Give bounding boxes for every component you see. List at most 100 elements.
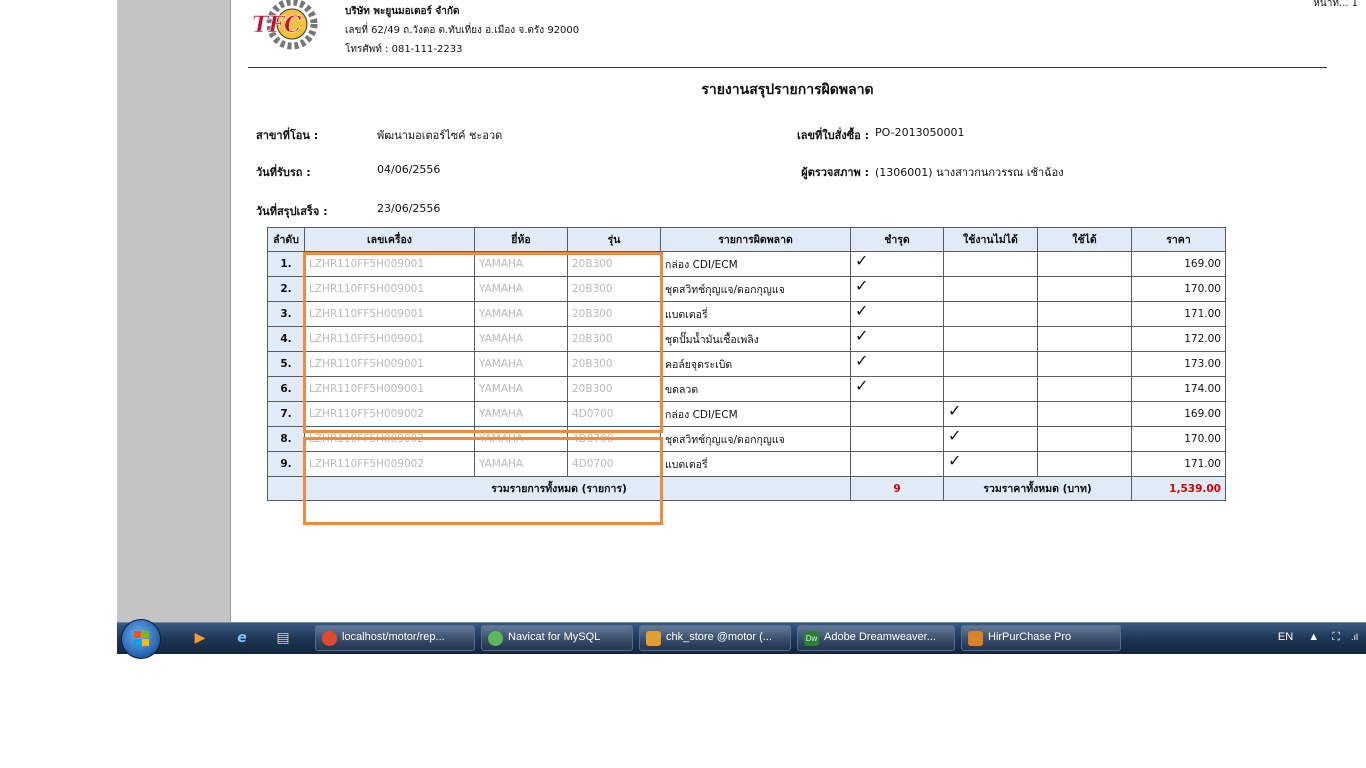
damaged-mark: ✓: [850, 251, 944, 277]
usable-mark: [1037, 301, 1132, 327]
branch-value: พัฒนามอเตอร์ไซค์ ชะอวด: [377, 129, 503, 142]
usable-mark: [1037, 451, 1132, 477]
logo-text: TFC: [252, 12, 302, 38]
col-header-brand: ยี่ห้อ: [474, 227, 568, 252]
company-phone: โทรศัพท์ : 081-111-2233: [345, 44, 463, 55]
usable-mark: [1037, 276, 1132, 302]
media-player-icon[interactable]: ▶: [191, 629, 209, 647]
total-items-value: 9: [850, 476, 944, 501]
browser-icon: [322, 631, 337, 646]
screen: TFC บริษัท พะยูนมอเตอร์ จำกัด เลขที่ 62/…: [0, 0, 1366, 653]
price: 172.00: [1131, 326, 1226, 352]
damaged-mark: ✓: [850, 351, 944, 377]
branch-label: สาขาที่โอน :: [256, 129, 319, 142]
error-item: แบตเตอรี่: [660, 301, 851, 327]
row-number: 6.: [267, 376, 305, 402]
row-number: 1.: [267, 251, 305, 277]
unusable-mark: [943, 351, 1038, 377]
row-number: 3.: [267, 301, 305, 327]
viewer-gutter: [117, 0, 231, 622]
highlight-box-group-1: [303, 252, 663, 433]
damaged-mark: [850, 426, 944, 452]
price: 171.00: [1131, 301, 1226, 327]
price: 169.00: [1131, 251, 1226, 277]
table-header-row: ลำดับ เลขเครื่อง ยี่ห้อ รุ่น รายการผิดพล…: [267, 227, 1226, 252]
row-number: 4.: [267, 326, 305, 352]
taskbar-item-hirpurchase[interactable]: HirPurChase Pro: [961, 625, 1121, 651]
system-tray: EN ▲ ⛶ .ıl: [1278, 631, 1358, 644]
taskbar-item-navicat[interactable]: Navicat for MySQL: [481, 625, 633, 651]
table-window-icon: [646, 631, 661, 646]
col-header-unusable: ใช้งานไม่ได้: [943, 227, 1038, 252]
navicat-icon: [488, 631, 503, 646]
hirpurchase-icon: [968, 631, 983, 646]
language-indicator[interactable]: EN: [1278, 631, 1293, 643]
damaged-mark: [850, 401, 944, 427]
row-number: 5.: [267, 351, 305, 377]
unusable-mark: ✓: [943, 451, 1038, 477]
dreamweaver-icon: Dw: [804, 631, 819, 646]
price: 170.00: [1131, 276, 1226, 302]
taskbar-item-chk-store[interactable]: chk_store @motor (...: [639, 625, 791, 651]
unusable-mark: [943, 276, 1038, 302]
usable-mark: [1037, 426, 1132, 452]
taskbar-item-dreamweaver[interactable]: Dw Adobe Dreamweaver...: [797, 625, 955, 651]
error-item: กล่อง CDI/ECM: [660, 251, 851, 277]
damaged-mark: [850, 451, 944, 477]
usable-mark: [1037, 251, 1132, 277]
price: 169.00: [1131, 401, 1226, 427]
unusable-mark: [943, 376, 1038, 402]
company-name: บริษัท พะยูนมอเตอร์ จำกัด: [345, 6, 460, 17]
unusable-mark: [943, 326, 1038, 352]
price: 170.00: [1131, 426, 1226, 452]
summary-date-label: วันที่สรุปเสร็จ :: [256, 205, 328, 218]
col-header-model: รุ่น: [567, 227, 661, 252]
row-number: 2.: [267, 276, 305, 302]
summary-date-value: 23/06/2556: [377, 202, 441, 215]
company-address: เลขที่ 62/49 ถ.วังตอ ต.ทับเที่ยง อ.เมือง…: [345, 25, 580, 36]
usable-mark: [1037, 326, 1132, 352]
error-item: ขดลวด: [660, 376, 851, 402]
po-value: PO-2013050001: [875, 126, 965, 139]
taskbar: ▶ e ▤ localhost/motor/rep... Navicat for…: [117, 619, 1366, 659]
unusable-mark: ✓: [943, 426, 1038, 452]
unusable-mark: ✓: [943, 401, 1038, 427]
error-item: ชุดปั๊มน้ำมันเชื้อเพลิง: [660, 326, 851, 352]
error-item: ชุดสวิทช์กุญแจ/ดอกกุญแจ: [660, 276, 851, 302]
company-logo: TFC: [252, 0, 318, 50]
error-item: กล่อง CDI/ECM: [660, 401, 851, 427]
col-header-engine: เลขเครื่อง: [304, 227, 475, 252]
col-header-damaged: ชำรุด: [850, 227, 944, 252]
usable-mark: [1037, 376, 1132, 402]
error-item: แบตเตอรี่: [660, 451, 851, 477]
error-item: ชุดสวิทช์กุญแจ/ดอกกุญแจ: [660, 426, 851, 452]
inspector-value: (1306001) นางสาวกนกวรรณ เช้าฉ้อง: [875, 166, 1064, 179]
usable-mark: [1037, 401, 1132, 427]
col-header-usable: ใช้ได้: [1037, 227, 1132, 252]
total-price-label: รวมราคาทั้งหมด (บาท): [943, 476, 1132, 501]
damaged-mark: ✓: [850, 326, 944, 352]
page-number: หน้าที่... 1: [1313, 0, 1358, 9]
row-number: 9.: [267, 451, 305, 477]
signal-icon[interactable]: .ıl: [1351, 632, 1358, 642]
show-hidden-icons-icon[interactable]: ▲: [1308, 631, 1319, 643]
start-button[interactable]: [121, 619, 161, 659]
folder-icon[interactable]: ▤: [274, 629, 292, 647]
error-item: คอล์ยจุดระเบิด: [660, 351, 851, 377]
received-date-label: วันที่รับรถ :: [256, 166, 311, 179]
received-date-value: 04/06/2556: [377, 163, 441, 176]
network-icon[interactable]: ⛶: [1332, 631, 1340, 643]
highlight-box-group-2: [303, 437, 663, 525]
col-header-price: ราคา: [1131, 227, 1226, 252]
header-divider: [248, 67, 1327, 68]
unusable-mark: [943, 251, 1038, 277]
taskbar-item-browser[interactable]: localhost/motor/rep...: [315, 625, 475, 651]
total-price-value: 1,539.00: [1131, 476, 1226, 501]
report-title: รายงานสรุปรายการผิดพลาด: [701, 82, 874, 98]
po-label: เลขที่ใบสั่งซื้อ :: [796, 129, 869, 142]
internet-explorer-icon[interactable]: e: [233, 629, 251, 647]
price: 174.00: [1131, 376, 1226, 402]
windows-logo-icon: [134, 631, 141, 638]
damaged-mark: ✓: [850, 376, 944, 402]
damaged-mark: ✓: [850, 301, 944, 327]
